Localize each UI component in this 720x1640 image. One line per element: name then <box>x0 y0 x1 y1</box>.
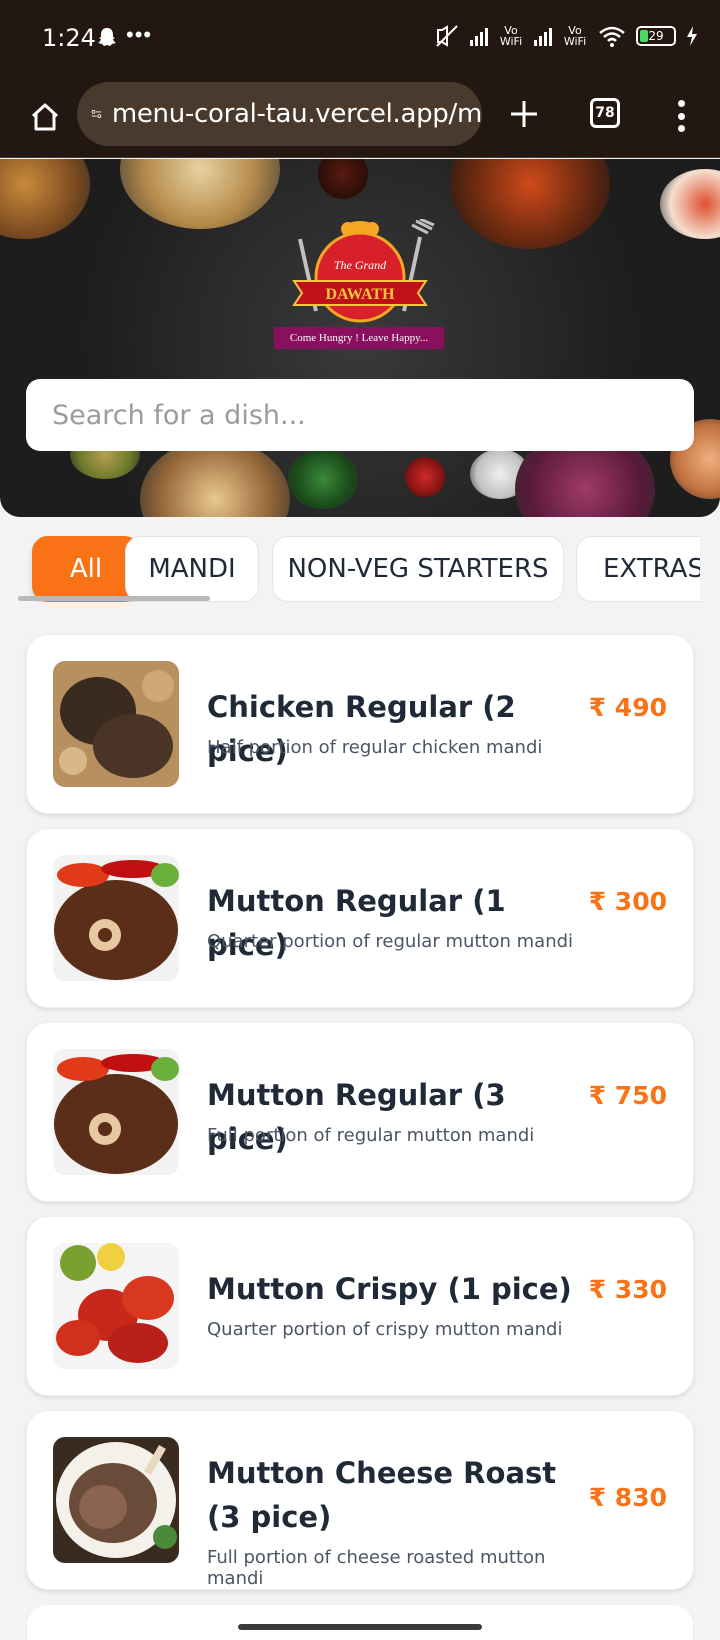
dish-price: ₹ 300 <box>588 887 667 916</box>
tab-mandi[interactable]: MANDI <box>125 536 259 602</box>
food-image <box>318 159 368 199</box>
food-image <box>405 457 445 497</box>
browser-toolbar: menu-coral-tau.vercel.app/m 78 <box>0 78 720 158</box>
signal-icon-2 <box>534 26 552 46</box>
dish-image <box>53 1437 179 1563</box>
tagline: Come Hungry ! Leave Happy... <box>274 327 444 349</box>
dish-card[interactable]: Mutton Regular (3 pice) Full portion of … <box>26 1022 694 1202</box>
dish-price: ₹ 330 <box>588 1275 667 1304</box>
dish-image <box>53 1243 179 1369</box>
dish-name: Mutton Regular (1 pice) <box>207 884 506 962</box>
battery-icon: 29 <box>636 26 676 46</box>
new-tab-button[interactable] <box>500 90 548 138</box>
vowifi-label: Vo WiFi <box>499 24 523 48</box>
more-notifications-icon: ••• <box>126 22 153 47</box>
dish-name: Mutton Regular (3 pice) <box>207 1078 506 1156</box>
url-text: menu-coral-tau.vercel.app/m <box>111 99 482 129</box>
dish-description: Full portion of cheese roasted mutton ma… <box>207 1547 546 1589</box>
dish-card-partial[interactable] <box>26 1604 694 1640</box>
plus-icon <box>511 101 537 127</box>
dish-price: ₹ 830 <box>588 1483 667 1512</box>
wifi-icon <box>599 26 625 47</box>
tab-all[interactable]: All <box>32 536 140 602</box>
dish-description: Full portion of regular mutton mandi <box>207 1125 535 1146</box>
category-tabs: All MANDI NON-VEG STARTERS EXTRAS <box>0 536 700 602</box>
dish-card[interactable]: Mutton Regular (1 pice) Quarter portion … <box>26 828 694 1008</box>
home-button[interactable] <box>20 92 70 142</box>
status-icons: Vo WiFi Vo WiFi 29 <box>434 24 698 48</box>
signal-icon <box>470 26 488 46</box>
dish-price: ₹ 490 <box>588 693 667 722</box>
snapchat-icon <box>98 28 116 46</box>
battery-level: 29 <box>648 29 664 43</box>
status-bar: 1:24 ••• Vo WiFi Vo WiFi 29 <box>0 0 720 78</box>
dish-name: Mutton Crispy (1 pice) <box>207 1272 572 1306</box>
home-icon <box>31 103 59 131</box>
address-bar[interactable]: menu-coral-tau.vercel.app/m <box>77 82 482 146</box>
dish-name: Chicken Regular (2 pice) <box>207 690 516 768</box>
dish-description: Half portion of regular chicken mandi <box>207 737 543 758</box>
search-input[interactable] <box>26 379 694 451</box>
dish-description: Quarter portion of regular mutton mandi <box>207 931 574 952</box>
tab-non-veg-starters[interactable]: NON-VEG STARTERS <box>272 536 564 602</box>
food-image <box>120 159 280 229</box>
dish-card[interactable]: Mutton Cheese Roast (3 pice) Full portio… <box>26 1410 694 1590</box>
food-image <box>288 449 358 509</box>
food-image <box>450 159 610 249</box>
hero-banner: The Grand DAWATH Come Hungry ! Leave Hap… <box>0 159 720 517</box>
status-time: 1:24 <box>42 24 96 52</box>
vowifi-label-2: Vo WiFi <box>563 24 587 48</box>
chips-scroll-indicator <box>18 596 210 601</box>
tab-switcher-button[interactable]: 78 <box>590 98 620 128</box>
tab-extras[interactable]: EXTRAS <box>576 536 700 602</box>
mute-vibrate-icon <box>436 25 458 47</box>
food-image <box>0 159 90 239</box>
site-settings-icon[interactable] <box>91 102 102 126</box>
dish-description: Quarter portion of crispy mutton mandi <box>207 1319 563 1340</box>
logo-title-main: DAWATH <box>325 286 395 303</box>
browser-menu-button[interactable] <box>666 96 696 136</box>
gesture-home-indicator[interactable] <box>238 1624 482 1630</box>
dish-card[interactable]: Chicken Regular (2 pice) Half portion of… <box>26 634 694 814</box>
food-image <box>660 169 720 239</box>
dish-name: Mutton Cheese Roast (3 pice) <box>207 1456 557 1534</box>
restaurant-logo: The Grand DAWATH <box>292 219 435 323</box>
logo-title-small: The Grand <box>334 258 387 272</box>
dish-image <box>53 855 179 981</box>
dish-card[interactable]: Mutton Crispy (1 pice) Quarter portion o… <box>26 1216 694 1396</box>
dish-price: ₹ 750 <box>588 1081 667 1110</box>
dish-image <box>53 661 179 787</box>
dish-image <box>53 1049 179 1175</box>
charging-icon <box>687 26 697 46</box>
